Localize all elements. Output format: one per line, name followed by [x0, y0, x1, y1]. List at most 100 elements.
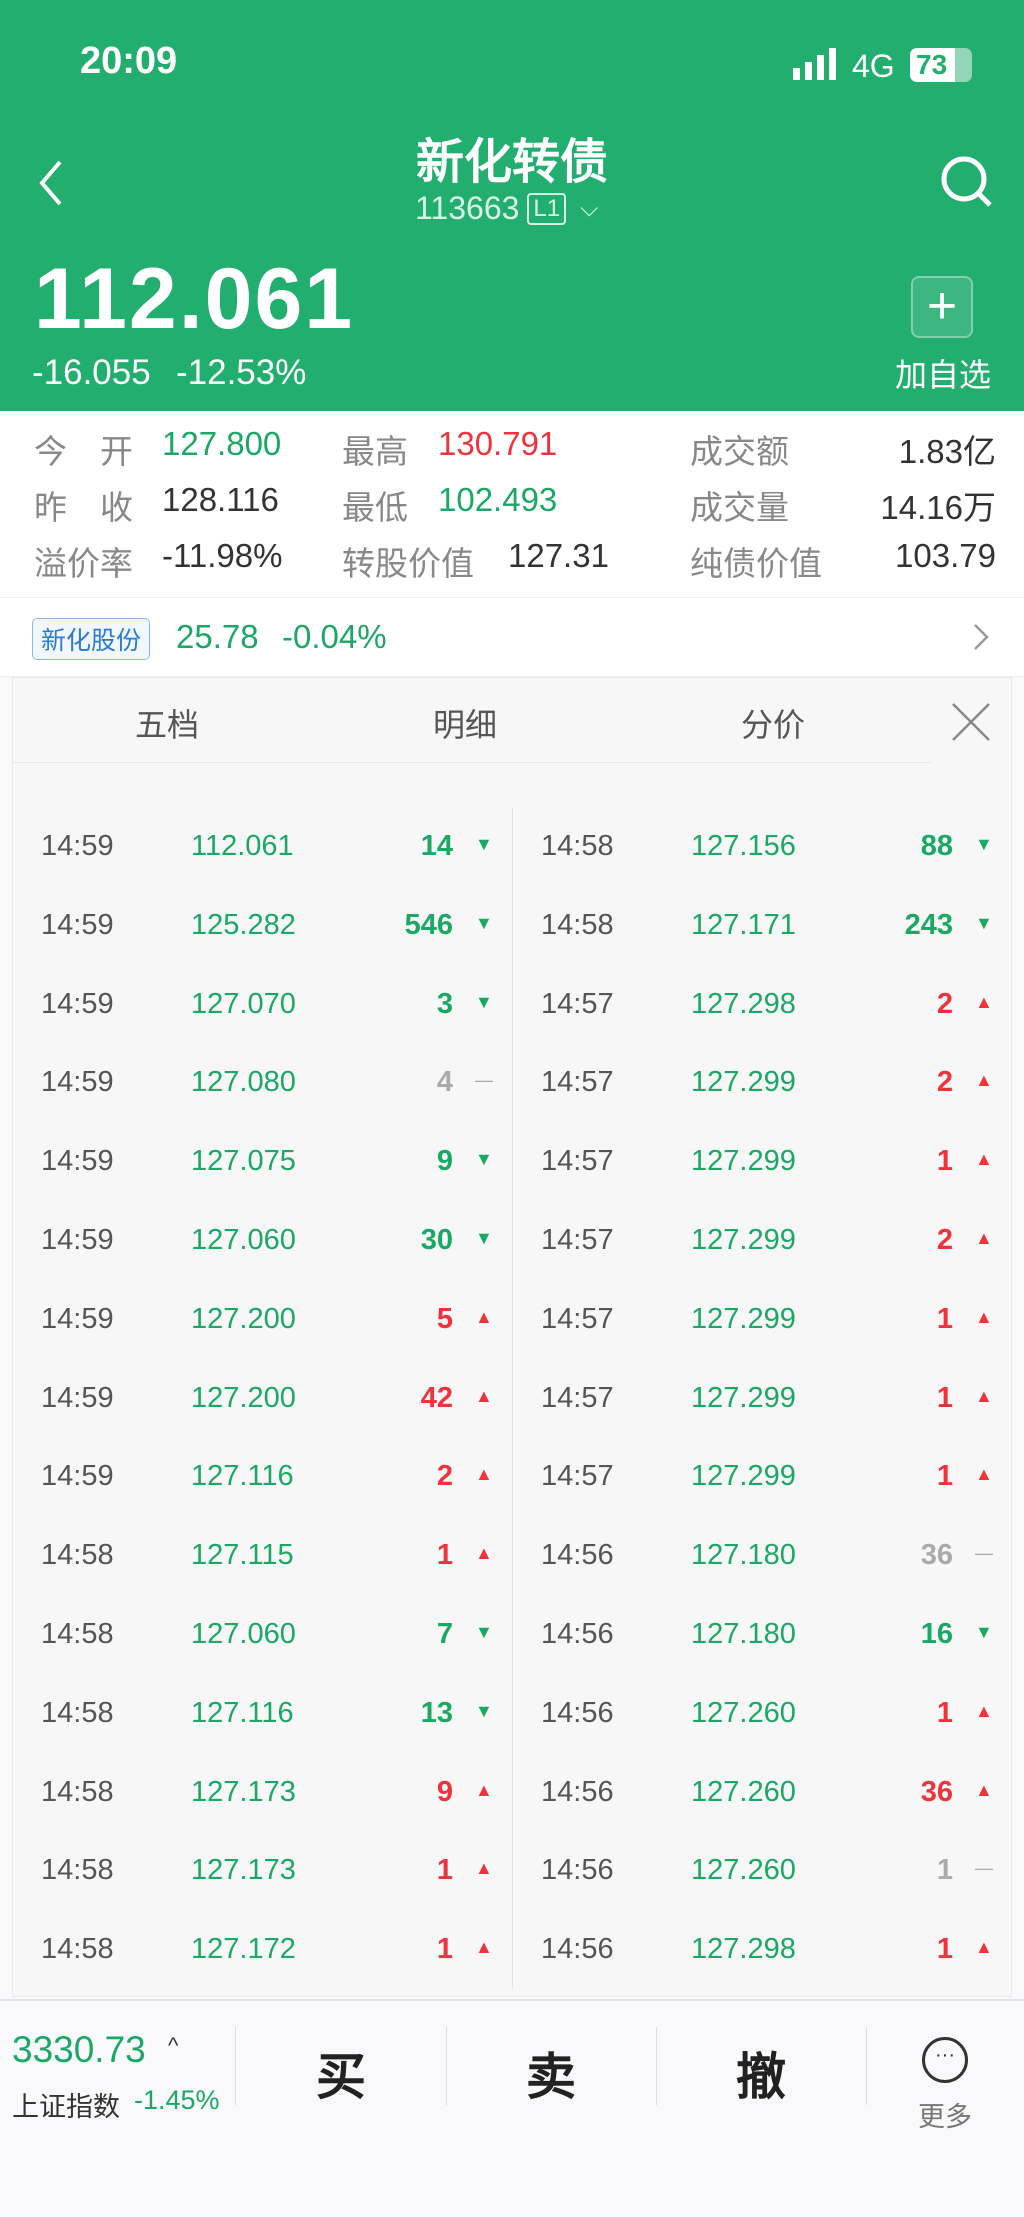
chevron-right-icon: [972, 622, 990, 657]
stat-label: 溢价率: [34, 545, 133, 582]
sell-button[interactable]: 卖: [526, 2037, 576, 2109]
cancel-order-button[interactable]: 撤: [736, 2037, 786, 2109]
header: 20:09 4G 73 新化转债 113663 L1 ⌵ 112.061 -16…: [0, 0, 1024, 411]
stat-value: 127.31: [508, 537, 609, 574]
arrow-down-icon: ▼: [975, 1622, 993, 1642]
trade-price: 127.180: [691, 1539, 796, 1572]
trade-detail-panel: 五档 明细 分价 14:59 112.061 14 ▼ 14:59 125.282…: [12, 677, 1012, 1997]
trade-row: 14:57 127.299 2 ▲: [13, 1044, 1013, 1122]
flat-dash-icon: —: [975, 1543, 993, 1564]
trade-volume: 1: [936, 1696, 953, 1729]
stat-value: 128.116: [162, 481, 279, 518]
stat-label: 昨 收: [34, 489, 133, 526]
stock-price: 25.78: [176, 618, 259, 655]
arrow-up-icon: ▲: [975, 1149, 993, 1170]
trade-time: 14:57: [541, 1224, 614, 1256]
trade-time: 14:56: [541, 1775, 614, 1808]
trade-row: 14:56 127.260 1 ▲: [13, 1675, 1013, 1753]
trade-row: 14:57 127.299 1 ▲: [13, 1281, 1013, 1359]
trade-price: 127.299: [691, 1460, 796, 1493]
trade-time: 14:57: [541, 1460, 614, 1493]
price-change: -16.055: [32, 353, 151, 392]
index-pct: -1.45%: [134, 2085, 220, 2115]
add-watch-button[interactable]: +: [911, 276, 973, 338]
index-name: 上证指数: [12, 2092, 120, 2122]
trade-row: 14:57 127.299 1 ▲: [13, 1123, 1013, 1201]
stat-value: 103.79: [895, 537, 996, 574]
trade-volume: 2: [936, 987, 953, 1020]
arrow-down-icon: ▼: [975, 834, 993, 854]
trade-volume: 36: [920, 1539, 953, 1572]
network-label: 4G: [852, 48, 895, 84]
arrow-up-icon: ▲: [975, 1779, 993, 1800]
trade-volume: 88: [920, 830, 953, 862]
trade-price: 127.299: [691, 1381, 796, 1414]
level-badge: L1: [527, 192, 567, 225]
close-icon[interactable]: [951, 702, 991, 747]
battery-icon: 73: [910, 48, 972, 82]
trade-volume: 1: [936, 1145, 953, 1178]
stat-value: 130.791: [438, 425, 558, 462]
trade-time: 14:57: [541, 1066, 614, 1099]
index-ticker[interactable]: 3330.73 ^ 上证指数 -1.45%: [0, 2001, 232, 2122]
trade-row: 14:57 127.299 2 ▲: [13, 1202, 1013, 1280]
stat-label: 今 开: [34, 433, 133, 470]
more-icon[interactable]: ···: [922, 2037, 968, 2083]
stat-value: -11.98%: [162, 537, 283, 574]
stock-change-pct: -0.04%: [282, 618, 387, 655]
trade-row: 14:56 127.260 36 ▲: [13, 1754, 1013, 1832]
arrow-up-icon: ▲: [975, 1306, 993, 1327]
trade-volume: 1: [936, 1302, 953, 1335]
trade-time: 14:58: [541, 830, 614, 862]
tab-five-levels[interactable]: 五档: [135, 700, 199, 746]
trade-time: 14:57: [541, 1145, 614, 1178]
bond-code: 113663: [415, 190, 520, 226]
stock-name-badge: 新化股份: [32, 618, 151, 660]
bottom-bar: 3330.73 ^ 上证指数 -1.45% 买 卖 撤 ··· 更多: [0, 1999, 1024, 2217]
quote-stats: 今 开 127.800 最高 130.791 成交额 1.83亿昨 收 128.116 最低 1…: [0, 411, 1024, 597]
code-selector[interactable]: 113663 L1 ⌵: [415, 190, 598, 227]
trade-price: 127.180: [691, 1618, 796, 1650]
stat-label: 转股价值: [342, 545, 474, 582]
trade-price: 127.156: [691, 830, 796, 862]
search-icon[interactable]: [940, 155, 994, 214]
trade-price: 127.298: [691, 1933, 796, 1966]
trade-price: 127.299: [691, 1145, 796, 1178]
trade-volume: 1: [936, 1854, 953, 1887]
arrow-up-icon: ▲: [975, 1228, 993, 1248]
trade-price: 127.171: [691, 908, 796, 941]
trade-row: 14:57 127.299 1 ▲: [13, 1438, 1013, 1516]
signal-icon: [793, 48, 839, 80]
arrow-up-icon: ▲: [975, 1700, 993, 1721]
trade-time: 14:57: [541, 1302, 614, 1335]
trade-time: 14:56: [541, 1933, 614, 1966]
arrow-up-icon: ▲: [975, 991, 993, 1012]
chevron-up-icon: ^: [168, 2033, 179, 2058]
trade-row: 14:58 127.156 88 ▼: [13, 808, 1013, 886]
add-watch-label[interactable]: 加自选: [895, 350, 991, 396]
stat-value: 1.83亿: [898, 433, 996, 470]
arrow-up-icon: ▲: [975, 1385, 993, 1406]
arrow-up-icon: ▲: [975, 1464, 993, 1485]
tab-price-distribution[interactable]: 分价: [741, 700, 805, 746]
stat-label: 最低: [342, 489, 408, 526]
buy-button[interactable]: 买: [316, 2037, 366, 2109]
trade-time: 14:58: [541, 908, 614, 941]
trade-time: 14:56: [541, 1696, 614, 1729]
trade-time: 14:57: [541, 987, 614, 1020]
tab-detail[interactable]: 明细: [433, 700, 497, 746]
arrow-down-icon: ▼: [975, 912, 993, 933]
status-time: 20:09: [80, 40, 178, 82]
trade-time: 14:57: [541, 1381, 614, 1414]
arrow-up-icon: ▲: [975, 1937, 993, 1958]
trade-row: 14:57 127.299 1 ▲: [13, 1360, 1013, 1438]
trade-row: 14:58 127.171 243 ▼: [13, 887, 1013, 965]
more-label[interactable]: 更多: [918, 2095, 972, 2134]
chevron-down-icon: ⌵: [580, 194, 599, 222]
trade-volume: 243: [904, 908, 953, 941]
trade-time: 14:56: [541, 1618, 614, 1650]
trade-time: 14:56: [541, 1539, 614, 1572]
trade-price: 127.260: [691, 1775, 796, 1808]
trade-price: 127.299: [691, 1224, 796, 1256]
underlying-stock-row[interactable]: 新化股份 25.78 -0.04%: [0, 597, 1024, 677]
